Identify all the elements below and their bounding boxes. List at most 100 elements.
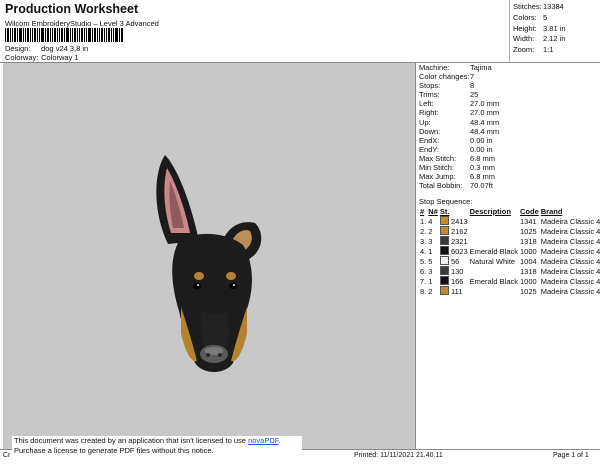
- row-code: 1000: [520, 276, 537, 286]
- info-row: Max Stitch: 6.8 mm: [419, 153, 496, 163]
- info-row: Machine: Tajima: [419, 63, 492, 72]
- info-row: Left: 27.0 mm: [419, 99, 500, 109]
- info-row: EndY: 0.00 in: [419, 144, 493, 154]
- color-swatch: [439, 286, 449, 295]
- info-row: Min Stitch: 0.3 mm: [419, 163, 496, 173]
- footer-left: Cr: [3, 452, 11, 459]
- row-description: Emerald Black: [469, 276, 518, 286]
- row-stitches: 6023: [439, 246, 469, 256]
- design-preview: [3, 63, 415, 449]
- table-row: 3. 3 2321 1318 Madeira Classic 40: [419, 236, 600, 246]
- design-row: Design: dog v24 3,8 in: [5, 44, 88, 53]
- info-row: Total Bobbin: 70.07ft: [419, 181, 493, 191]
- colorway-label: Colorway:: [5, 53, 39, 62]
- info-row: EndX: 0.00 in: [419, 135, 493, 145]
- page-title: Production Worksheet: [5, 2, 139, 16]
- table-header-row: # N# St. Description Code Brand: [419, 207, 600, 216]
- row-brand: Madeira Classic 40: [540, 226, 600, 236]
- row-code: 1004: [520, 256, 537, 266]
- color-swatch: [439, 266, 449, 275]
- info-row: Stops: 8: [419, 81, 475, 91]
- row-brand: Madeira Classic 40: [540, 256, 600, 266]
- license-notice: This document was created by an applicat…: [12, 436, 302, 464]
- header-divider-vertical: [509, 0, 510, 62]
- col-description: Description: [469, 207, 511, 216]
- col-number: #: [420, 207, 425, 216]
- row-description: [469, 236, 519, 246]
- row-brand: Madeira Classic 40: [540, 216, 600, 226]
- row-number: 3.: [420, 236, 427, 246]
- row-needle: 3: [428, 236, 433, 246]
- row-needle: 1: [428, 276, 433, 286]
- info-row: Max Jump: 6.8 mm: [419, 172, 496, 182]
- table-row: 1. 4 2413 1341 Madeira Classic 40: [419, 216, 600, 226]
- barcode: [5, 28, 123, 42]
- row-brand: Madeira Classic 40: [540, 246, 600, 256]
- table-row: 8. 2 111 1025 Madeira Classic 40: [419, 286, 600, 296]
- table-row: 5. 5 56 Natural White 1004 Madeira Classic 4…: [419, 256, 600, 266]
- design-label: Design:: [5, 44, 31, 53]
- preview-divider: [415, 63, 416, 449]
- row-needle: 3: [428, 266, 433, 276]
- stitch-count: 130: [450, 267, 464, 276]
- stitch-count: 2321: [450, 237, 468, 246]
- notice-line-2: Purchase a license to generate PDF files…: [14, 446, 214, 455]
- info-row: Down: 48.4 mm: [419, 126, 500, 136]
- row-code: 1318: [520, 236, 537, 246]
- row-number: 8.: [420, 286, 427, 296]
- row-brand: Madeira Classic 40: [540, 276, 600, 286]
- row-needle: 2: [428, 286, 433, 296]
- stop-sequence-table: # N# St. Description Code Brand 1. 4 2413…: [419, 207, 600, 296]
- row-brand: Madeira Classic 40: [540, 286, 600, 296]
- row-description: [469, 226, 519, 236]
- row-code: 1318: [520, 266, 537, 276]
- row-stitches: 2162: [439, 226, 469, 236]
- colorway-row: Colorway: Colorway 1: [5, 53, 79, 62]
- design-value: dog v24 3,8 in: [41, 44, 89, 53]
- color-swatch: [439, 216, 449, 225]
- row-code: 1341: [520, 216, 537, 226]
- summary-row: Height: 3.81 in: [513, 23, 566, 33]
- col-needle: N#: [428, 207, 438, 216]
- row-number: 2.: [420, 226, 427, 236]
- stitch-count: 2162: [450, 227, 468, 236]
- row-number: 1.: [420, 216, 427, 226]
- row-stitches: 2413: [439, 216, 469, 226]
- info-row: Color changes:7: [419, 72, 475, 82]
- row-stitches: 130: [439, 266, 469, 276]
- software-subtitle: Wilcom EmbroideryStudio – Level 3 Advanc…: [5, 19, 159, 28]
- color-swatch: [439, 226, 449, 235]
- row-description: [469, 286, 519, 296]
- row-code: 1000: [520, 246, 537, 256]
- row-needle: 2: [428, 226, 433, 236]
- dog-embroidery-image: [156, 155, 262, 372]
- row-number: 4.: [420, 246, 427, 256]
- row-number: 6.: [420, 266, 427, 276]
- machine-info-panel: Machine: Tajima Color changes:7 Stops: 8 T…: [419, 63, 499, 190]
- stitch-count: 166: [450, 277, 464, 286]
- row-description: Emerald Black: [469, 246, 518, 256]
- col-brand: Brand: [540, 207, 563, 216]
- notice-line-1: This document was created by an applicat…: [14, 436, 281, 445]
- info-row: Up: 48.4 mm: [419, 117, 500, 127]
- row-needle: 5: [428, 256, 433, 266]
- printed-date: Printed: 11/11/2021 21.40.11: [354, 452, 443, 459]
- novapdf-link[interactable]: novaPDF: [248, 436, 278, 445]
- row-stitches: 166: [439, 276, 469, 286]
- info-row: Trims: 25: [419, 90, 479, 100]
- color-swatch: [439, 256, 449, 265]
- row-brand: Madeira Classic 40: [540, 236, 600, 246]
- stitch-count: 6023: [450, 247, 468, 256]
- row-number: 5.: [420, 256, 427, 266]
- color-swatch: [439, 276, 449, 285]
- row-stitches: 2321: [439, 236, 469, 246]
- row-description: Natural White: [469, 256, 516, 266]
- row-code: 1025: [520, 226, 537, 236]
- row-needle: 4: [428, 216, 433, 226]
- row-description: [469, 216, 519, 226]
- table-row: 2. 2 2162 1025 Madeira Classic 40: [419, 226, 600, 236]
- stitch-count: 111: [450, 287, 463, 296]
- row-number: 7.: [420, 276, 427, 286]
- table-row: 6. 3 130 1318 Madeira Classic 40: [419, 266, 600, 276]
- info-row: Right: 27.0 mm: [419, 108, 500, 118]
